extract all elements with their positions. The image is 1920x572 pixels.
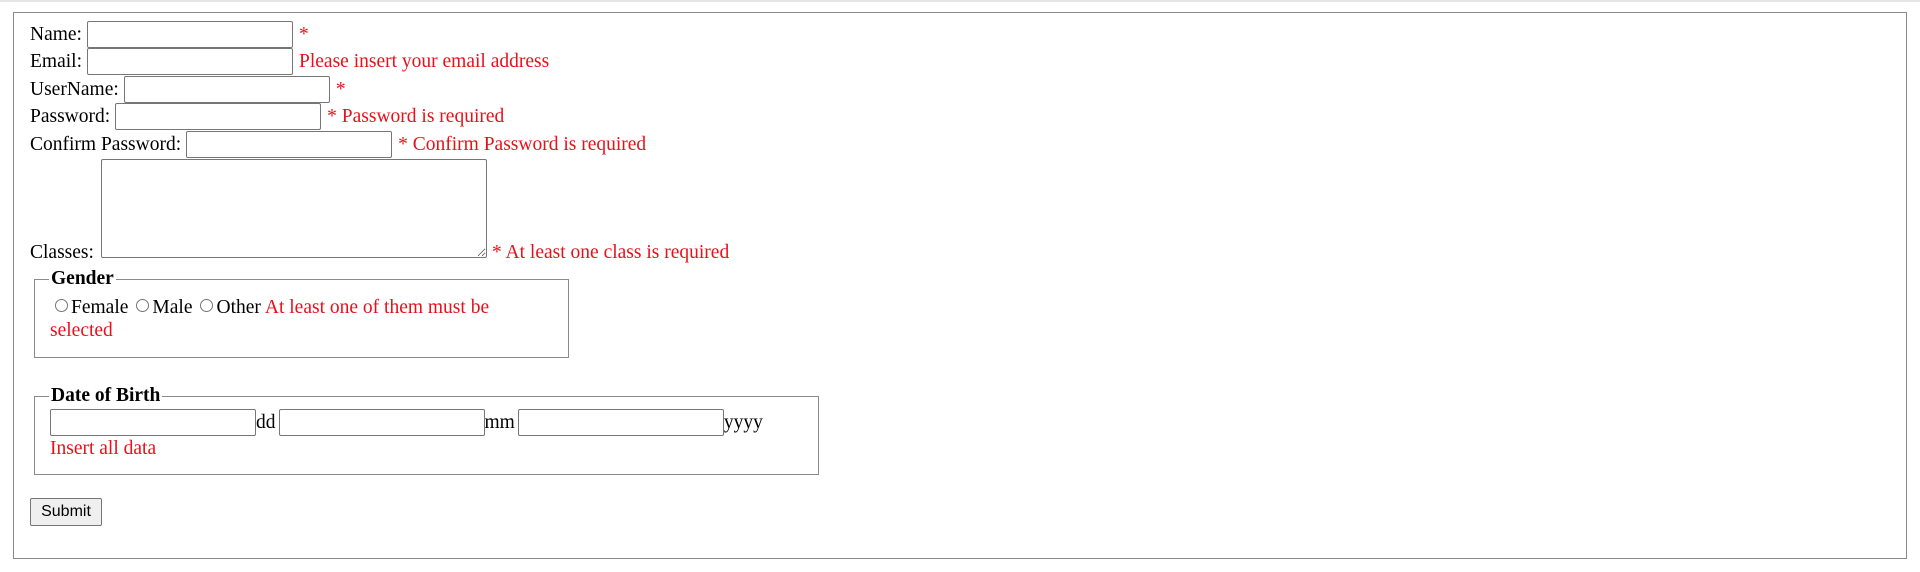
confirm-password-error: * Confirm Password is required	[398, 133, 647, 155]
female-radio[interactable]	[55, 299, 68, 312]
dob-year-input[interactable]	[517, 409, 724, 436]
classes-error: * At least one class is required	[492, 241, 730, 263]
dob-error-row: Insert all data	[50, 435, 156, 462]
username-input[interactable]	[123, 76, 330, 103]
username-row: UserName: *	[30, 76, 346, 103]
dob-error: Insert all data	[50, 437, 157, 459]
gender-legend: Gender	[51, 268, 114, 289]
other-radio[interactable]	[200, 299, 214, 312]
classes-label: Classes:	[30, 241, 94, 263]
dob-month-input[interactable]	[278, 409, 485, 436]
dob-day-unit: dd	[256, 411, 276, 433]
confirm-password-label: Confirm Password:	[30, 133, 182, 155]
username-label: UserName:	[30, 78, 119, 100]
dob-month-unit: mm	[484, 411, 515, 433]
name-input[interactable]	[86, 21, 293, 48]
submit-button[interactable]: Submit	[30, 498, 102, 526]
name-label: Name:	[30, 23, 82, 45]
name-error: *	[298, 23, 309, 45]
dob-day-input[interactable]	[50, 409, 256, 436]
name-row: Name: *	[30, 21, 309, 48]
email-row: Email: Please insert your email address	[30, 48, 549, 75]
gender-options: Female Male Other At least one of them m…	[55, 294, 489, 321]
dob-legend: Date of Birth	[51, 385, 161, 406]
email-label: Email:	[30, 50, 82, 72]
email-input[interactable]	[87, 48, 293, 75]
dob-inputs: dd mm yyyy	[50, 409, 763, 436]
password-error: * Password is required	[327, 105, 505, 127]
password-label: Password:	[30, 105, 111, 127]
password-input[interactable]	[115, 103, 322, 130]
classes-textarea[interactable]	[101, 159, 487, 258]
username-error: *	[335, 78, 346, 100]
confirm-password-input[interactable]	[186, 131, 393, 158]
dob-year-unit: yyyy	[723, 411, 763, 433]
female-label[interactable]: Female	[71, 297, 128, 319]
confirm-password-row: Confirm Password: * Confirm Password is …	[30, 131, 646, 158]
email-error: Please insert your email address	[299, 50, 550, 72]
classes-row: Classes:	[30, 239, 99, 266]
male-label[interactable]: Male	[152, 297, 192, 319]
classes-error-row: * At least one class is required	[486, 239, 729, 266]
male-radio[interactable]	[136, 299, 150, 312]
password-row: Password: * Password is required	[30, 103, 504, 130]
top-divider	[0, 0, 1920, 2]
other-label[interactable]: Other	[216, 297, 260, 319]
gender-error-row2: selected	[50, 317, 113, 344]
gender-error-line1: At least one of them must be	[264, 296, 490, 318]
gender-error-line2: selected	[50, 319, 113, 341]
